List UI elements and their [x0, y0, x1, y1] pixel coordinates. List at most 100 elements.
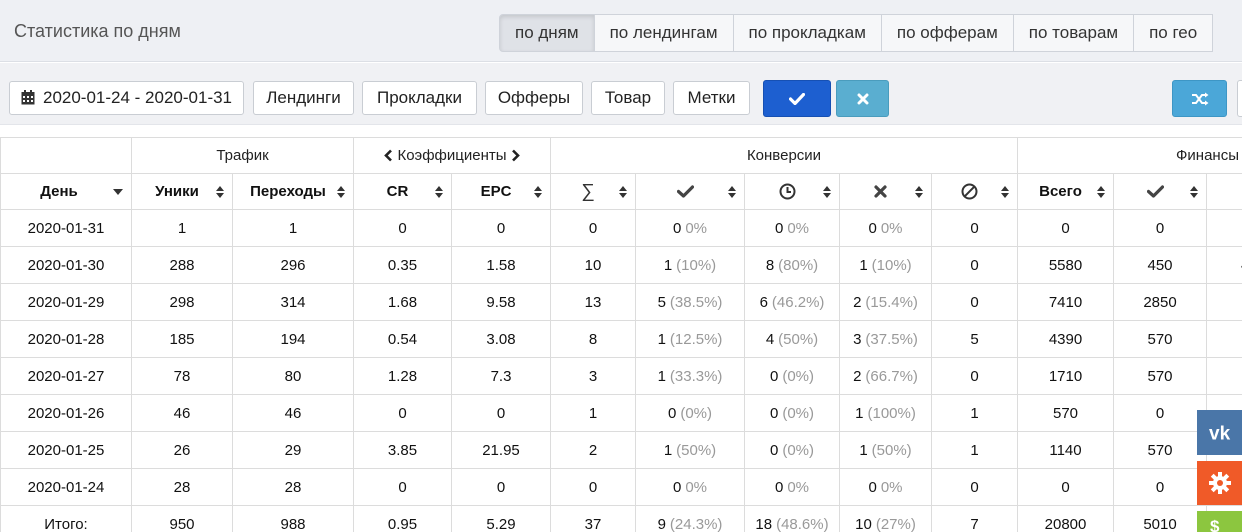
totals-row-day: Итого:: [0, 506, 132, 532]
report-tabs: по дням по лендингам по прокладкам по оф…: [499, 14, 1214, 52]
cell-percent: (27%): [875, 515, 916, 532]
column-header-approved[interactable]: [636, 174, 745, 210]
product-filter-button[interactable]: Товар: [591, 81, 665, 115]
cell-percent: (12.5%): [669, 330, 723, 348]
column-header-fin-next[interactable]: [1207, 174, 1242, 210]
table-row-approved: 1 (10%): [636, 247, 745, 284]
table-row-approved: 1 (33.3%): [636, 358, 745, 395]
settings-button[interactable]: [1197, 461, 1242, 505]
table-row-day: 2020-01-27: [0, 358, 132, 395]
cell-value: 46: [173, 404, 191, 422]
shuffle-button[interactable]: [1172, 80, 1227, 117]
cell-value: 13: [584, 293, 602, 311]
cell-value: 20800: [1044, 515, 1087, 532]
table-row-clicks: 29: [233, 432, 354, 469]
table-row-approved: 1 (50%): [636, 432, 745, 469]
reset-button[interactable]: [836, 80, 889, 117]
tab-by-landings[interactable]: по лендингам: [594, 14, 734, 52]
tab-by-offers[interactable]: по офферам: [881, 14, 1014, 52]
table-row-day: 2020-01-30: [0, 247, 132, 284]
table-row-total: 570: [1018, 395, 1114, 432]
table-row-cr: 0.35: [354, 247, 452, 284]
donate-button[interactable]: $: [1197, 511, 1242, 532]
cell-value: 2020-01-26: [27, 404, 105, 422]
check-icon: [676, 185, 694, 198]
table-row-trash: 0: [932, 469, 1018, 506]
table-row-fin-approved: 0: [1114, 395, 1207, 432]
cell-value: 4: [765, 330, 775, 348]
cell-value: 450: [1147, 256, 1173, 274]
table-row-pending: 8 (80%): [745, 247, 840, 284]
column-header-epc[interactable]: EPC: [452, 174, 551, 210]
cell-percent: (24.3%): [669, 515, 723, 532]
tab-by-days[interactable]: по дням: [499, 14, 595, 52]
table-row-total: 4390: [1018, 321, 1114, 358]
table-row-epc: 7.3: [452, 358, 551, 395]
cell-value: 298: [169, 293, 195, 311]
column-header-trash[interactable]: [932, 174, 1018, 210]
table-row-fin-approved: 570: [1114, 432, 1207, 469]
check-icon: [789, 92, 805, 105]
column-header-day[interactable]: День: [0, 174, 132, 210]
sort-icon: [216, 185, 224, 198]
column-header-cr[interactable]: CR: [354, 174, 452, 210]
vk-button[interactable]: vk: [1197, 410, 1242, 455]
cell-value: 0: [774, 219, 784, 237]
cell-value: 0: [970, 219, 979, 237]
cell-percent: (50%): [778, 330, 819, 348]
cell-percent: 0%: [685, 219, 708, 237]
cell-value: 3.85: [387, 441, 418, 459]
cell-percent: (50%): [676, 441, 717, 459]
table-row-sum: 13: [551, 284, 636, 321]
table-row-sum: 0: [551, 469, 636, 506]
offers-filter-button[interactable]: Офферы: [485, 81, 583, 115]
extra-button[interactable]: [1237, 80, 1242, 117]
prelandings-filter-button[interactable]: Прокладки: [362, 81, 477, 115]
column-header-pending[interactable]: [745, 174, 840, 210]
column-header-clicks[interactable]: Переходы: [233, 174, 354, 210]
table-row-total: 0: [1018, 210, 1114, 247]
table-row-sum: 2: [551, 432, 636, 469]
table-row-pending: 0 (0%): [745, 395, 840, 432]
cell-percent: (48.6%): [776, 515, 829, 532]
sort-icon: [728, 185, 736, 198]
column-header-rejected[interactable]: [840, 174, 932, 210]
cell-value: 10: [584, 256, 602, 274]
cell-value: 28: [173, 478, 191, 496]
cell-value: 1.58: [486, 256, 516, 274]
cell-value: 1.68: [387, 293, 418, 311]
totals-row-sum: 37: [551, 506, 636, 532]
group-header-coefficients[interactable]: Коэффициенты: [354, 137, 551, 174]
column-header-fin-approved[interactable]: [1114, 174, 1207, 210]
sort-icon: [823, 185, 831, 198]
column-header-sum[interactable]: ∑: [551, 174, 636, 210]
tab-by-products[interactable]: по товарам: [1013, 14, 1135, 52]
tags-filter-button[interactable]: Метки: [673, 81, 750, 115]
clock-icon: [779, 183, 795, 200]
cell-value: 0: [588, 219, 598, 237]
landings-filter-button[interactable]: Лендинги: [253, 81, 354, 115]
date-range-button[interactable]: 2020-01-24 - 2020-01-31: [9, 81, 244, 115]
group-header-finance: Финансы: [1018, 137, 1242, 174]
table-row-sum: 8: [551, 321, 636, 358]
column-header-total[interactable]: Всего: [1018, 174, 1114, 210]
sort-icon: [1097, 185, 1105, 198]
table-row-epc: 21.95: [452, 432, 551, 469]
totals-row-rejected: 10 (27%): [840, 506, 932, 532]
cell-value: 6: [759, 293, 768, 311]
apply-button[interactable]: [763, 80, 831, 117]
cell-value: 2850: [1143, 293, 1177, 311]
column-header-uniques[interactable]: Уники: [132, 174, 233, 210]
table-row-rejected: 2 (66.7%): [840, 358, 932, 395]
cell-value: 0: [970, 256, 979, 274]
table-row-uniques: 185: [132, 321, 233, 358]
cell-value: 5.29: [486, 515, 516, 532]
cell-value: 0: [1155, 404, 1165, 422]
sort-icon: [337, 185, 345, 198]
cell-percent: (33.3%): [669, 367, 723, 385]
table-row-trash: 0: [932, 284, 1018, 321]
tab-by-geo[interactable]: по гео: [1134, 14, 1214, 52]
table-row-clicks: 1: [233, 210, 354, 247]
tab-by-prelandings[interactable]: по прокладкам: [733, 14, 882, 52]
sort-icon: [1001, 185, 1009, 198]
